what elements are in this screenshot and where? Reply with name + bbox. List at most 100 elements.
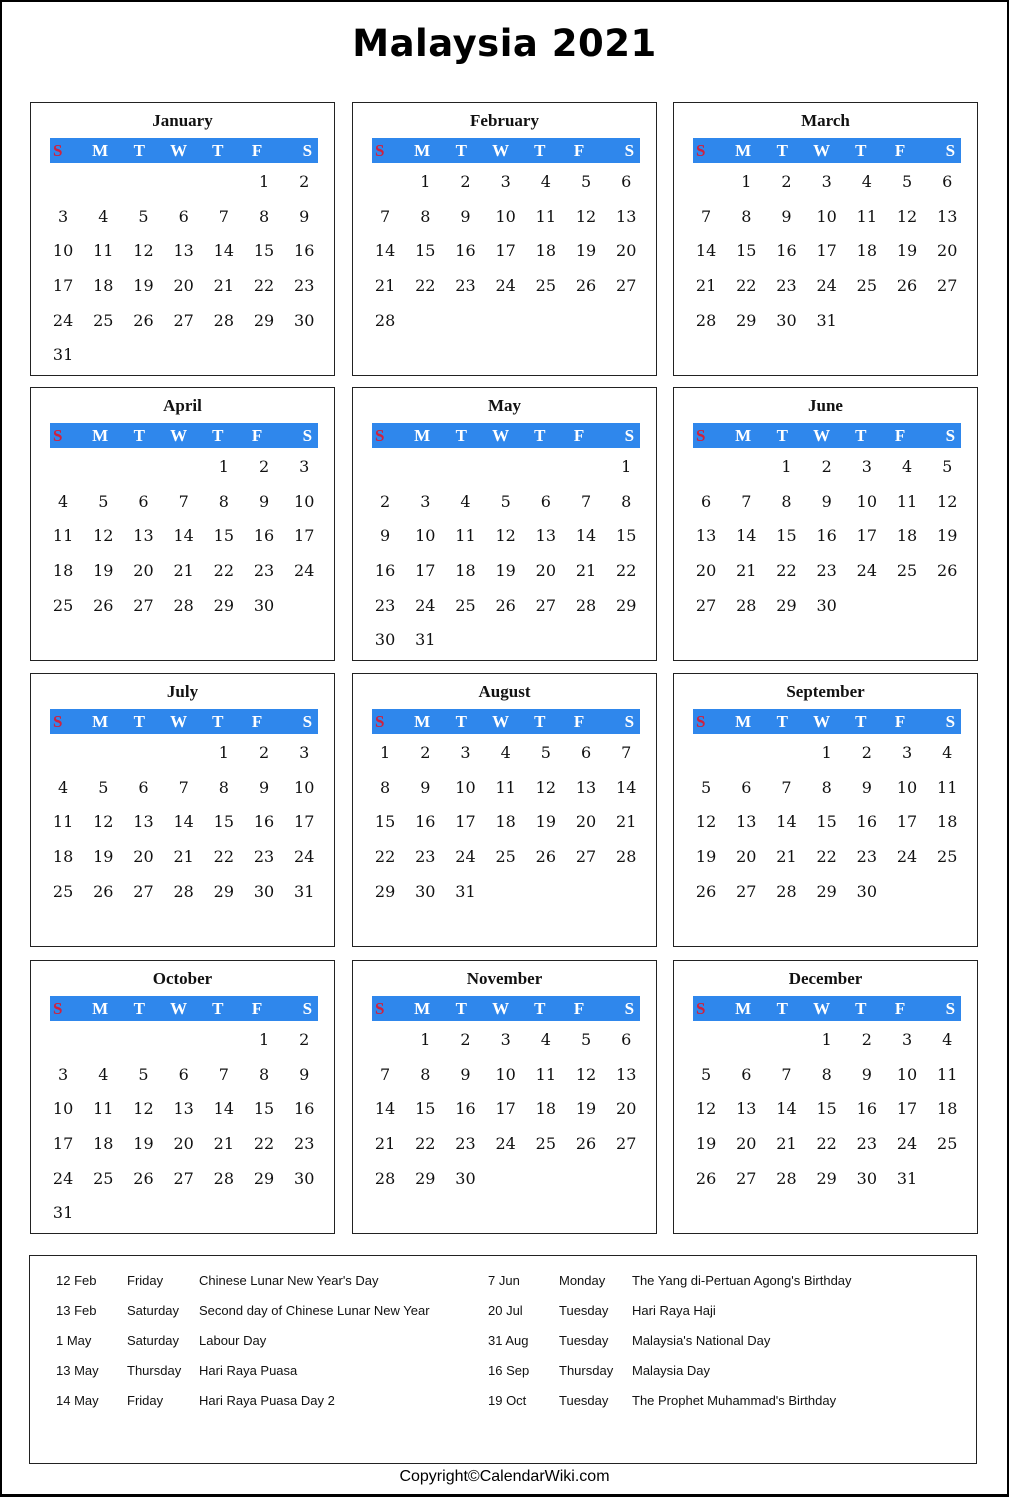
day-cell: 15 (415, 1099, 436, 1119)
month-title: July (166, 682, 199, 701)
day-cell: 18 (93, 276, 114, 296)
day-cell: 21 (173, 847, 194, 867)
day-cell: 29 (213, 595, 235, 615)
day-cell: 6 (741, 1064, 752, 1084)
weekday-header: SMTWTFS (372, 996, 640, 1021)
day-cell: 29 (415, 1168, 436, 1188)
day-cell: 28 (575, 595, 597, 615)
day-cell: 27 (173, 1168, 194, 1188)
weekday-label: F (251, 141, 263, 160)
day-cell: 7 (178, 491, 189, 511)
day-cell: 16 (253, 812, 275, 832)
day-cell: 27 (616, 1134, 637, 1154)
weekday-label: F (894, 426, 906, 445)
day-cell: 27 (133, 595, 154, 615)
month-february: February S M T W T F S 1 2 3 4 5 6 7 8 9 10 11 12 13 14 15 16 17… (352, 102, 657, 376)
day-grid: 1 2 3 4 5 6 7 8 9 10 11 12 13 14 15 16 17 18 19 20 21 22 23 24 2… (365, 165, 647, 338)
day-cell: 13 (736, 812, 757, 832)
holiday-date: 20 Jul (488, 1303, 523, 1318)
day-cell: 14 (736, 526, 757, 546)
weekday-label: S (375, 999, 385, 1018)
day-cell: 21 (575, 561, 597, 581)
day-cell: 28 (776, 1168, 797, 1188)
day-cell: 22 (776, 561, 797, 581)
day-cell: 11 (856, 206, 878, 226)
day-cell: 28 (173, 595, 194, 615)
day-cell: 1 (621, 457, 632, 476)
weekday-label: W (813, 141, 831, 160)
day-cell: 3 (460, 743, 471, 762)
day-cell: 28 (213, 310, 235, 330)
empty-cell (43, 165, 83, 200)
day-cell: 25 (52, 881, 74, 901)
weekday-label: T (455, 712, 468, 731)
day-cell: 21 (695, 276, 717, 296)
day-grid: 1 2 3 4 5 6 7 8 9 10 11 12 13 14 15 16 17 18 19 20 21 22 23 24 2… (365, 450, 647, 658)
weekday-label: T (455, 141, 468, 160)
day-cell: 21 (776, 847, 797, 867)
day-cell: 20 (133, 561, 154, 581)
day-cell: 16 (816, 526, 837, 546)
weekday-label: F (573, 141, 585, 160)
month-july: July S M T W T F S 1 2 3 4 5 6 7 8 9 10 11 12 13 14 15 16 17 18 19… (30, 673, 335, 947)
day-grid: 1 2 3 4 5 6 7 8 9 10 11 12 13 14 15 16 17 18 19 20 21 22 23 24 2… (686, 1023, 968, 1196)
day-cell: 26 (133, 310, 154, 330)
day-cell: 22 (736, 276, 757, 296)
day-cell: 31 (52, 345, 74, 365)
day-cell: 5 (138, 1064, 149, 1084)
weekday-label: F (573, 999, 585, 1018)
holiday-name: Hari Raya Puasa Day 2 (199, 1393, 335, 1408)
day-cell: 2 (380, 491, 391, 511)
weekday-label: W (492, 426, 510, 445)
holiday-row: 7 Jun Monday The Yang di-Pertuan Agong's B… (488, 1266, 948, 1296)
day-cell: 7 (741, 491, 752, 511)
day-cell: 26 (896, 276, 918, 296)
day-cell: 19 (575, 241, 597, 261)
weekday-label: S (53, 141, 63, 160)
day-cell: 14 (616, 777, 637, 797)
day-cell: 22 (213, 561, 235, 581)
day-cell: 7 (781, 1064, 792, 1084)
day-cell: 9 (299, 206, 310, 226)
empty-cell (766, 736, 806, 771)
day-cell: 5 (942, 457, 953, 476)
empty-cell (43, 450, 83, 485)
day-cell: 11 (896, 491, 918, 511)
day-cell: 30 (294, 310, 315, 330)
empty-cell (164, 165, 204, 200)
empty-cell (123, 736, 163, 771)
day-cell: 2 (460, 1030, 471, 1049)
empty-cell (123, 165, 163, 200)
weekday-label: F (251, 712, 263, 731)
day-cell: 6 (942, 172, 953, 191)
day-cell: 26 (535, 847, 557, 867)
weekday-label: S (945, 426, 956, 445)
day-cell: 14 (776, 812, 797, 832)
day-cell: 8 (821, 1064, 832, 1084)
weekday-label: W (492, 141, 510, 160)
day-cell: 14 (213, 241, 235, 261)
weekday-label: F (894, 999, 906, 1018)
day-cell: 30 (776, 310, 797, 330)
day-cell: 10 (495, 1064, 516, 1084)
weekday-label: S (302, 999, 313, 1018)
weekday-label: M (414, 141, 431, 160)
day-cell: 14 (173, 812, 194, 832)
day-cell: 6 (621, 1030, 632, 1049)
empty-cell (164, 1023, 204, 1058)
page-title: Malaysia 2021 (352, 22, 657, 65)
day-cell: 12 (535, 777, 557, 797)
day-cell: 14 (776, 1099, 797, 1119)
day-cell: 17 (294, 526, 315, 546)
day-cell: 6 (138, 491, 149, 511)
day-cell: 13 (616, 206, 637, 226)
day-cell: 16 (294, 241, 315, 261)
day-cell: 17 (52, 276, 74, 296)
day-cell: 21 (616, 812, 637, 832)
day-cell: 26 (695, 1168, 717, 1188)
weekday-label: S (302, 712, 313, 731)
holiday-weekday: Thursday (127, 1363, 182, 1378)
day-cell: 14 (695, 241, 717, 261)
day-cell: 17 (495, 241, 516, 261)
day-cell: 3 (420, 491, 431, 511)
